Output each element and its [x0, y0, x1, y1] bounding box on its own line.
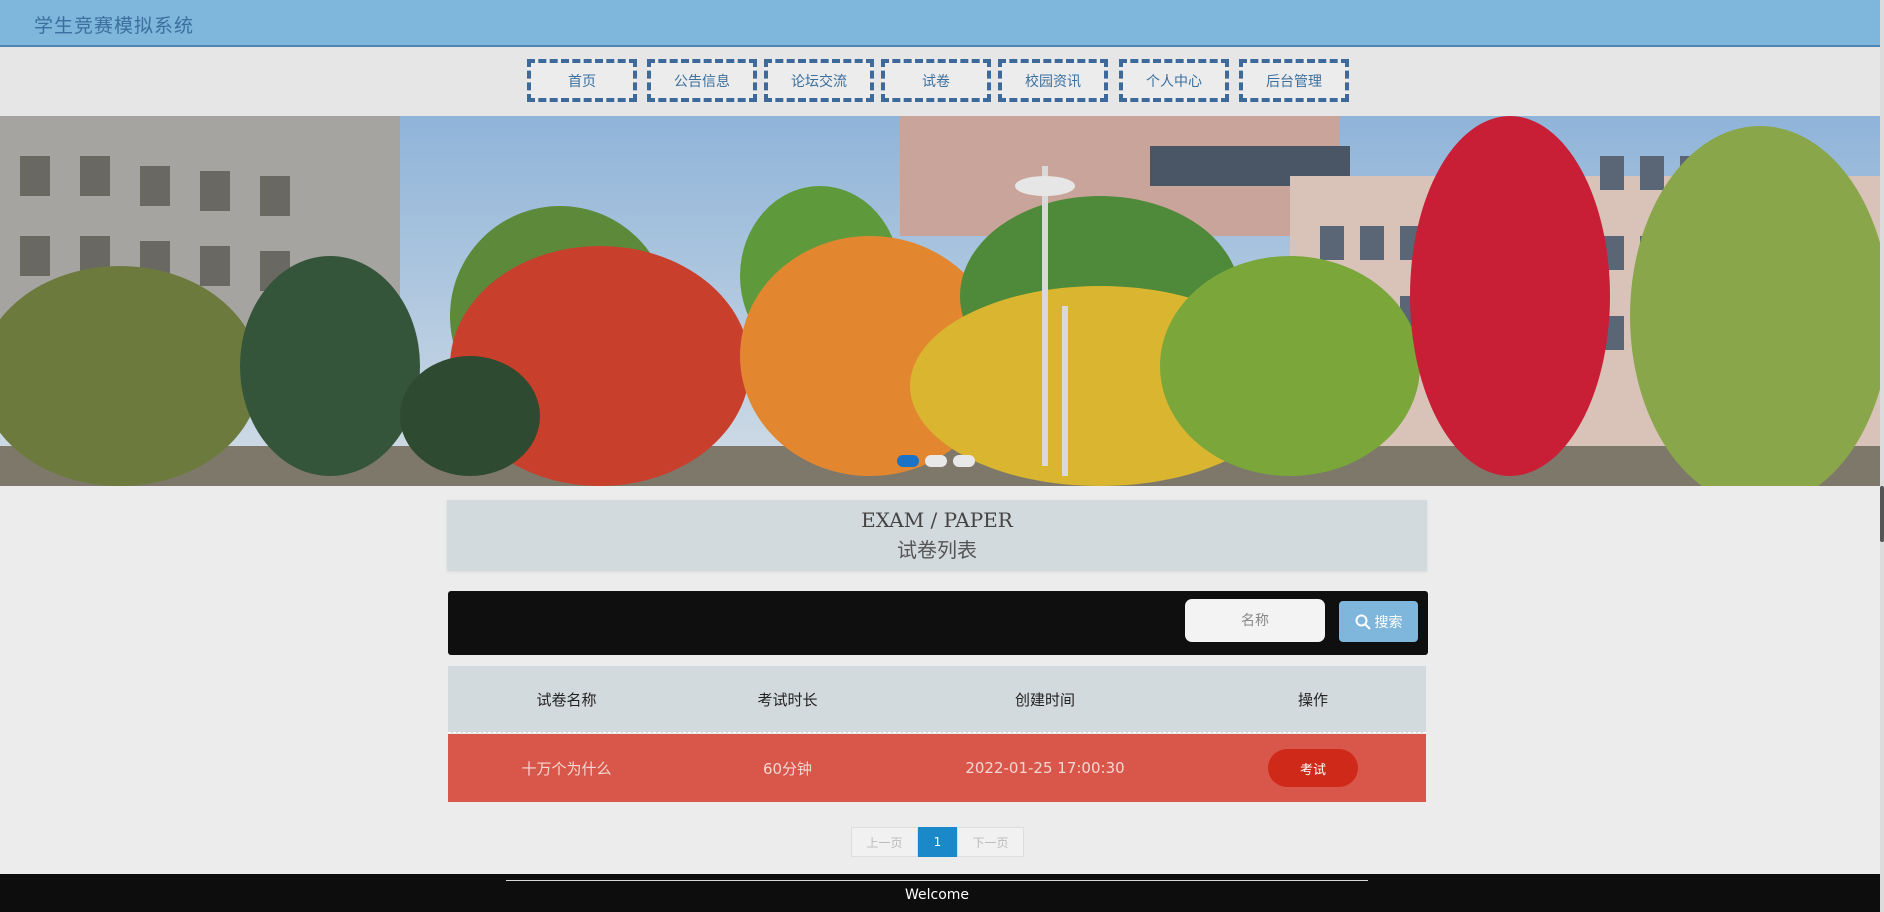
- search-button-label: 搜索: [1374, 614, 1403, 631]
- section-title-cn: 试卷列表: [897, 538, 977, 562]
- column-header-action: 操作: [1297, 690, 1328, 709]
- scrollbar-thumb[interactable]: [1880, 486, 1884, 542]
- top-header: 学生竞赛模拟系统: [0, 0, 1880, 47]
- exam-button-label: 考试: [1299, 762, 1326, 778]
- search-bar: 搜索: [448, 591, 1428, 655]
- nav-item-profile[interactable]: 个人中心: [1119, 59, 1229, 102]
- page: 学生竞赛模拟系统 首页 公告信息 论坛交流 试卷 校园资讯 个人中心 后台管理: [0, 0, 1884, 912]
- section-title-en: EXAM / PAPER: [861, 508, 1013, 532]
- nav-item-announcements[interactable]: 公告信息: [647, 59, 757, 102]
- cell-action: 考试: [1200, 749, 1426, 787]
- footer-divider: [506, 880, 1368, 881]
- carousel-dot-1[interactable]: [897, 455, 919, 467]
- search-input[interactable]: [1185, 599, 1325, 642]
- nav-item-campus-news[interactable]: 校园资讯: [998, 59, 1108, 102]
- footer-welcome-text: Welcome: [904, 887, 970, 903]
- cell-duration: 60分钟: [762, 759, 813, 778]
- column-header-duration: 考试时长: [757, 690, 818, 709]
- campus-banner-image: [0, 116, 1880, 486]
- page-number-button[interactable]: 1: [918, 827, 957, 857]
- carousel-dot-2[interactable]: [925, 455, 947, 467]
- nav-item-papers[interactable]: 试卷: [881, 59, 991, 102]
- cell-paper-name: 十万个为什么: [521, 759, 612, 778]
- main-nav: 首页 公告信息 论坛交流 试卷 校园资讯 个人中心 后台管理: [0, 47, 1880, 116]
- take-exam-button[interactable]: 考试: [1268, 749, 1358, 787]
- column-header-name: 试卷名称: [536, 690, 597, 709]
- pagination: 上一页 1 下一页: [851, 827, 1024, 857]
- nav-item-forum[interactable]: 论坛交流: [764, 59, 874, 102]
- section-heading: EXAM / PAPER 试卷列表: [447, 500, 1427, 571]
- carousel-indicators: [897, 455, 975, 467]
- site-title: 学生竞赛模拟系统: [34, 15, 195, 37]
- nav-item-admin[interactable]: 后台管理: [1239, 59, 1349, 102]
- cell-created-time: 2022-01-25 17:00:30: [965, 759, 1125, 777]
- search-icon: [1355, 614, 1371, 630]
- carousel-dot-3[interactable]: [953, 455, 975, 467]
- footer: Welcome: [0, 874, 1880, 912]
- table-header-row: 试卷名称 考试时长 创建时间 操作: [448, 666, 1426, 733]
- next-page-button[interactable]: 下一页: [957, 827, 1024, 857]
- banner-illustration: [0, 116, 1880, 486]
- column-header-created: 创建时间: [1014, 690, 1075, 709]
- page-scrollbar[interactable]: [1880, 0, 1884, 912]
- exam-paper-table: 试卷名称 考试时长 创建时间 操作 十万个为什么 60分钟 2022-01-25…: [448, 666, 1426, 802]
- prev-page-button[interactable]: 上一页: [851, 827, 918, 857]
- search-button[interactable]: 搜索: [1339, 601, 1418, 642]
- table-row: 十万个为什么 60分钟 2022-01-25 17:00:30 考试: [448, 734, 1426, 802]
- nav-item-home[interactable]: 首页: [527, 59, 637, 102]
